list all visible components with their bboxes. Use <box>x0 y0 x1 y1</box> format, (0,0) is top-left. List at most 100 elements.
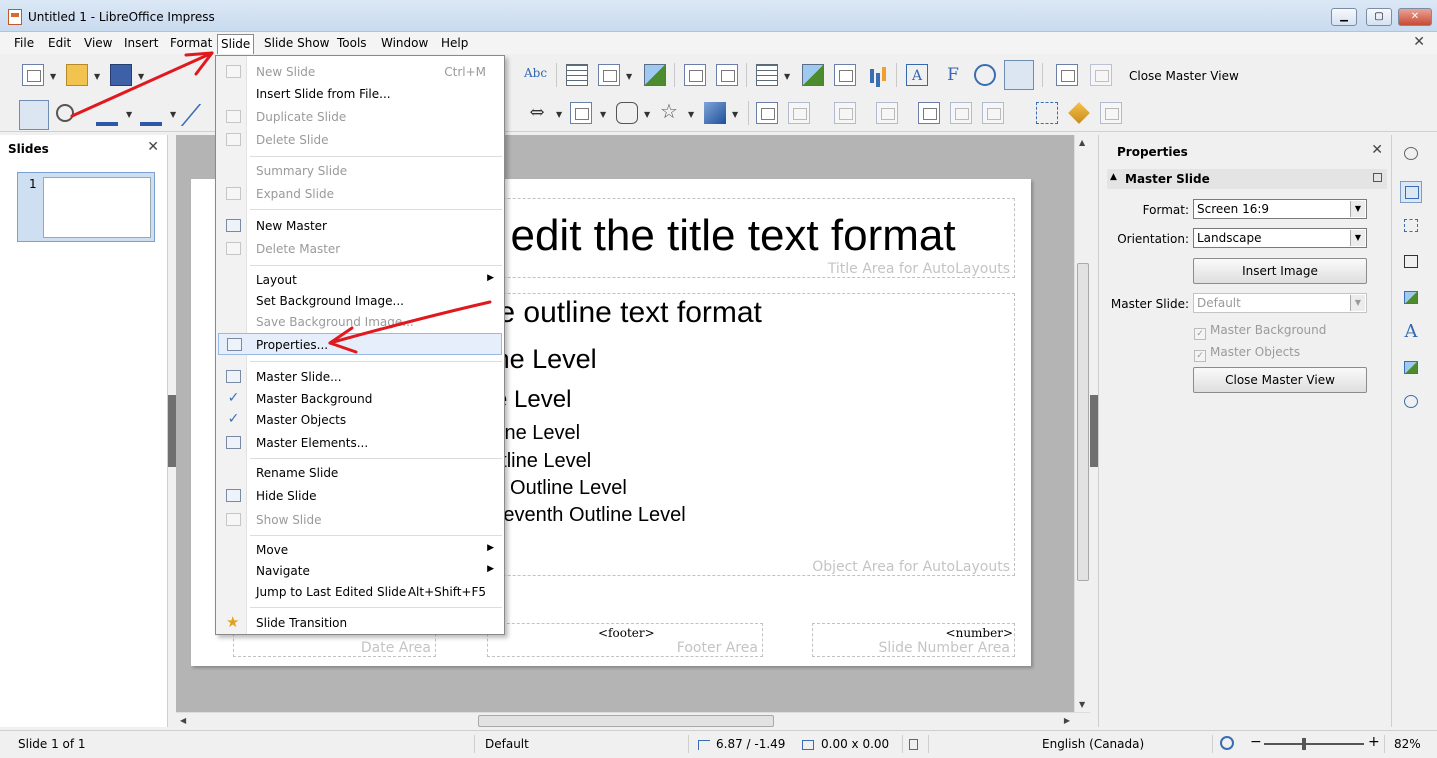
chevron-down-icon[interactable]: ▼ <box>600 110 606 119</box>
points-icon[interactable] <box>756 102 778 124</box>
media-icon[interactable] <box>834 64 856 86</box>
master-slide-section-header[interactable]: ▲ Master Slide <box>1107 169 1387 189</box>
slide-number-area[interactable]: <number> Slide Number Area <box>812 623 1015 657</box>
chevron-down-icon[interactable]: ▼ <box>94 72 100 81</box>
menu-slide-show[interactable]: Slide Show <box>261 34 332 54</box>
delete-master-icon[interactable] <box>1090 64 1112 86</box>
scroll-left-icon[interactable]: ◀ <box>180 716 186 725</box>
master-slide-select[interactable]: Default ▼ <box>1193 293 1367 313</box>
transformations-icon[interactable] <box>982 102 1004 124</box>
close-master-view-sidebar-button[interactable]: Close Master View <box>1193 367 1367 393</box>
chevron-down-icon[interactable]: ▼ <box>50 72 56 81</box>
menu-item-properties[interactable]: Properties... <box>218 333 502 355</box>
chevron-down-icon[interactable]: ▼ <box>170 110 176 119</box>
menu-help[interactable]: Help <box>438 34 471 54</box>
insert-image-button[interactable]: Insert Image <box>1193 258 1367 284</box>
chevron-down-icon[interactable]: ▼ <box>138 72 144 81</box>
menu-file[interactable]: File <box>11 34 37 54</box>
horizontal-scrollbar[interactable]: ◀ ▶ <box>176 712 1090 728</box>
menu-item-new-master[interactable]: New Master <box>218 215 502 237</box>
image-effect-icon[interactable] <box>644 64 666 86</box>
close-document-icon[interactable]: ✕ <box>1413 34 1425 50</box>
close-icon[interactable]: ✕ <box>1371 142 1383 158</box>
chevron-down-icon[interactable]: ▼ <box>1350 230 1365 246</box>
zoom-out-button[interactable]: − <box>1250 734 1262 750</box>
crop-icon[interactable] <box>950 102 972 124</box>
more-options-icon[interactable] <box>1373 173 1382 182</box>
menu-item-new-slide[interactable]: New Slide Ctrl+M <box>218 61 502 83</box>
chevron-down-icon[interactable]: ▼ <box>732 110 738 119</box>
menu-item-layout[interactable]: Layout ▶ <box>218 269 502 291</box>
menu-item-delete-slide[interactable]: Delete Slide <box>218 129 502 151</box>
properties-deck-icon[interactable] <box>1400 181 1422 203</box>
open-folder-icon[interactable] <box>66 64 88 86</box>
master-background-checkbox[interactable]: ✓ Master Background <box>1194 323 1326 340</box>
navigator-icon[interactable] <box>1400 391 1422 413</box>
menu-item-master-background[interactable]: ✓ Master Background <box>218 388 502 410</box>
chevron-down-icon[interactable]: ▼ <box>126 110 132 119</box>
menu-item-navigate[interactable]: Navigate ▶ <box>218 560 502 582</box>
cube-icon[interactable] <box>704 102 726 124</box>
save-icon[interactable] <box>110 64 132 86</box>
menu-item-jump-to-last-edited-slide[interactable]: Jump to Last Edited Slide Alt+Shift+F5 <box>218 581 502 603</box>
menu-item-insert-slide-from-file[interactable]: Insert Slide from File... <box>218 83 502 105</box>
scroll-down-icon[interactable]: ▼ <box>1079 700 1085 709</box>
align-icon[interactable] <box>788 102 810 124</box>
minimize-button[interactable]: ▁ <box>1331 8 1357 26</box>
styles-icon[interactable]: A <box>1400 321 1422 343</box>
fit-slide-icon[interactable] <box>1220 736 1234 750</box>
close-icon[interactable]: ✕ <box>147 139 159 155</box>
slide-thumbnail[interactable]: 1 <box>17 172 155 242</box>
chevron-down-icon[interactable]: ▼ <box>644 110 650 119</box>
zoom-icon[interactable] <box>56 104 74 122</box>
text-box-icon[interactable]: A <box>906 64 928 86</box>
menu-item-slide-transition[interactable]: ★ Slide Transition <box>218 612 502 634</box>
chevron-down-icon[interactable]: ▼ <box>784 72 790 81</box>
chevron-down-icon[interactable]: ▼ <box>626 72 632 81</box>
master-slides-icon[interactable] <box>1400 251 1422 273</box>
vertical-scroll-thumb[interactable] <box>1077 263 1089 581</box>
menu-item-expand-slide[interactable]: Expand Slide <box>218 183 502 205</box>
start-current-slide-icon[interactable] <box>716 64 738 86</box>
collapse-left-pane-handle[interactable] <box>168 395 176 467</box>
slide-transition-icon[interactable] <box>1400 215 1422 237</box>
distribute-icon[interactable] <box>876 102 898 124</box>
extrusion-icon[interactable] <box>1100 102 1122 124</box>
shadow-icon[interactable] <box>918 102 940 124</box>
display-views-icon[interactable] <box>598 64 620 86</box>
gallery-icon[interactable] <box>1400 357 1422 379</box>
format-select[interactable]: Screen 16:9 ▼ <box>1193 199 1367 219</box>
zoom-percentage[interactable]: 82% <box>1394 737 1421 751</box>
language-indicator[interactable]: English (Canada) <box>1042 737 1144 751</box>
new-icon[interactable] <box>22 64 44 86</box>
table-icon[interactable] <box>756 64 778 86</box>
menu-item-master-elements[interactable]: Master Elements... <box>218 432 502 454</box>
hyperlink-icon[interactable] <box>974 64 996 86</box>
menu-item-hide-slide[interactable]: Hide Slide <box>218 485 502 507</box>
toggle-point-edit-icon[interactable] <box>1068 102 1090 124</box>
menu-slide[interactable]: Slide <box>217 34 255 54</box>
close-master-view-button[interactable]: Close Master View <box>1129 69 1239 83</box>
menu-item-show-slide[interactable]: Show Slide <box>218 509 502 531</box>
chevron-down-icon[interactable]: ▼ <box>688 110 694 119</box>
maximize-button[interactable]: ▢ <box>1366 8 1392 26</box>
menu-tools[interactable]: Tools <box>334 34 370 54</box>
menu-insert[interactable]: Insert <box>121 34 161 54</box>
zoom-slider-knob[interactable] <box>1302 738 1306 750</box>
fontwork-icon[interactable]: F <box>942 64 964 86</box>
menu-item-master-objects[interactable]: ✓ Master Objects <box>218 409 502 431</box>
arrange-icon[interactable] <box>834 102 856 124</box>
menu-edit[interactable]: Edit <box>45 34 74 54</box>
custom-animation-icon[interactable] <box>1400 287 1422 309</box>
close-window-button[interactable]: ✕ <box>1398 8 1432 26</box>
menu-item-duplicate-slide[interactable]: Duplicate Slide <box>218 106 502 128</box>
menu-item-delete-master[interactable]: Delete Master <box>218 238 502 260</box>
image-icon[interactable] <box>802 64 824 86</box>
start-slideshow-icon[interactable] <box>684 64 706 86</box>
menu-item-move[interactable]: Move ▶ <box>218 539 502 561</box>
master-slide-icon[interactable] <box>1004 60 1034 90</box>
menu-format[interactable]: Format <box>167 34 215 54</box>
vertical-scrollbar[interactable]: ▲ ▼ <box>1074 135 1090 712</box>
menu-item-master-slide[interactable]: Master Slide... <box>218 366 502 388</box>
new-master-icon[interactable] <box>1056 64 1078 86</box>
